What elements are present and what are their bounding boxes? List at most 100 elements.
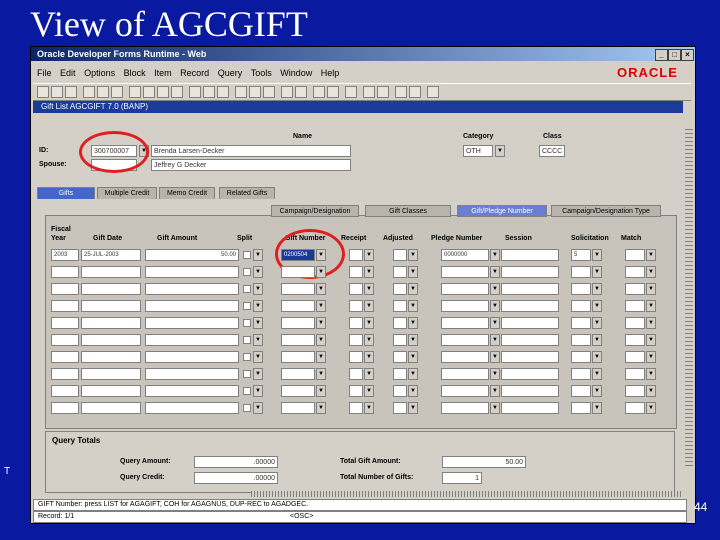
grid-cell-gift-number[interactable] [281, 402, 315, 414]
grid-dropdown-button[interactable]: ▼ [646, 402, 656, 414]
grid-cell-solicitation[interactable]: 5 [571, 249, 591, 261]
down-icon[interactable] [409, 86, 421, 98]
split-checkbox[interactable] [243, 302, 251, 310]
grid-dropdown-button[interactable]: ▼ [364, 385, 374, 397]
tab-multiple-credit[interactable]: Multiple Credit [97, 187, 157, 199]
grid-dropdown-button[interactable]: ▼ [408, 266, 418, 278]
grid-dropdown-button[interactable]: ▼ [592, 402, 602, 414]
grid-dropdown-button[interactable]: ▼ [364, 351, 374, 363]
grid-cell-gift-date[interactable] [81, 368, 141, 380]
split-checkbox[interactable] [243, 370, 251, 378]
grid-dropdown-button[interactable]: ▼ [490, 351, 500, 363]
subtab-campaign-designation[interactable]: Campaign/Designation [271, 205, 359, 217]
grid-cell-session[interactable] [501, 385, 559, 397]
grid-cell-fiscal-year[interactable] [51, 334, 79, 346]
previous-record-icon[interactable] [157, 86, 169, 98]
grid-dropdown-button[interactable]: ▼ [592, 385, 602, 397]
class-field[interactable]: CCCC [539, 145, 565, 157]
grid-dropdown-button[interactable]: ▼ [364, 368, 374, 380]
grid-cell-gift-amount[interactable] [145, 317, 239, 329]
grid-dropdown-button[interactable]: ▼ [592, 249, 602, 261]
grid-dropdown-button[interactable]: ▼ [316, 300, 326, 312]
grid-cell-pledge-number[interactable] [441, 334, 489, 346]
grid-cell-match[interactable] [625, 300, 645, 312]
grid-dropdown-button[interactable]: ▼ [316, 334, 326, 346]
grid-cell-gift-number[interactable] [281, 300, 315, 312]
grid-cell-session[interactable] [501, 334, 559, 346]
grid-cell-solicitation[interactable] [571, 402, 591, 414]
grid-cell-adjusted[interactable] [393, 402, 407, 414]
grid-dropdown-button[interactable]: ▼ [364, 317, 374, 329]
split-checkbox[interactable] [243, 404, 251, 412]
grid-cell-pledge-number[interactable] [441, 368, 489, 380]
grid-dropdown-button[interactable]: ▼ [490, 368, 500, 380]
grid-dropdown-button[interactable]: ▼ [408, 249, 418, 261]
grid-dropdown-button[interactable]: ▼ [592, 368, 602, 380]
grid-cell-gift-amount[interactable] [145, 368, 239, 380]
grid-dropdown-button[interactable]: ▼ [490, 385, 500, 397]
grid-cell-receipt[interactable] [349, 334, 363, 346]
grid-cell-gift-amount[interactable] [145, 283, 239, 295]
rollback-icon[interactable] [51, 86, 63, 98]
grid-dropdown-button[interactable]: ▼ [646, 351, 656, 363]
tab-related-gifts[interactable]: Related Gifts [219, 187, 275, 199]
subtab-gift-pledge-number[interactable]: Gift/Pledge Number [457, 205, 547, 217]
grid-cell-session[interactable] [501, 317, 559, 329]
grid-cell-gift-date[interactable] [81, 351, 141, 363]
grid-dropdown-button[interactable]: ▼ [646, 283, 656, 295]
menu-file[interactable]: File [37, 68, 52, 78]
grid-cell-receipt[interactable] [349, 402, 363, 414]
menu-item[interactable]: Item [154, 68, 172, 78]
split-dropdown-button[interactable]: ▼ [253, 317, 263, 329]
grid-dropdown-button[interactable]: ▼ [316, 368, 326, 380]
grid-cell-adjusted[interactable] [393, 266, 407, 278]
grid-cell-gift-number[interactable] [281, 317, 315, 329]
remove-record-icon[interactable] [203, 86, 215, 98]
grid-dropdown-button[interactable]: ▼ [592, 317, 602, 329]
split-checkbox[interactable] [243, 251, 251, 259]
grid-cell-receipt[interactable] [349, 266, 363, 278]
grid-dropdown-button[interactable]: ▼ [646, 249, 656, 261]
grid-cell-session[interactable] [501, 402, 559, 414]
vertical-scrollbar[interactable] [685, 129, 693, 469]
options-icon[interactable] [313, 86, 325, 98]
grid-cell-adjusted[interactable] [393, 368, 407, 380]
insert-record-icon[interactable] [189, 86, 201, 98]
split-dropdown-button[interactable]: ▼ [253, 334, 263, 346]
grid-cell-pledge-number[interactable] [441, 402, 489, 414]
split-dropdown-button[interactable]: ▼ [253, 300, 263, 312]
grid-cell-fiscal-year[interactable] [51, 385, 79, 397]
split-checkbox[interactable] [243, 336, 251, 344]
grid-cell-pledge-number[interactable] [441, 283, 489, 295]
grid-cell-gift-date[interactable] [81, 334, 141, 346]
grid-dropdown-button[interactable]: ▼ [408, 351, 418, 363]
grid-dropdown-button[interactable]: ▼ [592, 283, 602, 295]
grid-dropdown-button[interactable]: ▼ [408, 402, 418, 414]
list-icon[interactable] [295, 86, 307, 98]
grid-dropdown-button[interactable]: ▼ [316, 351, 326, 363]
grid-dropdown-button[interactable]: ▼ [408, 300, 418, 312]
grid-cell-pledge-number[interactable] [441, 385, 489, 397]
menu-help[interactable]: Help [321, 68, 340, 78]
subtab-campaign-designation-type[interactable]: Campaign/Designation Type [551, 205, 661, 217]
grid-cell-match[interactable] [625, 266, 645, 278]
close-button[interactable]: × [681, 49, 694, 61]
grid-cell-gift-date[interactable] [81, 300, 141, 312]
grid-cell-adjusted[interactable] [393, 249, 407, 261]
split-checkbox[interactable] [243, 387, 251, 395]
exit-icon[interactable] [427, 86, 439, 98]
paste-icon[interactable] [111, 86, 123, 98]
grid-dropdown-button[interactable]: ▼ [646, 300, 656, 312]
grid-dropdown-button[interactable]: ▼ [316, 402, 326, 414]
grid-cell-gift-date[interactable] [81, 266, 141, 278]
copy-icon[interactable] [97, 86, 109, 98]
grid-cell-receipt[interactable] [349, 368, 363, 380]
grid-cell-gift-date[interactable]: 25-JUL-2003 [81, 249, 141, 261]
grid-cell-adjusted[interactable] [393, 300, 407, 312]
split-dropdown-button[interactable]: ▼ [253, 351, 263, 363]
grid-cell-pledge-number[interactable]: 0000000 [441, 249, 489, 261]
grid-cell-match[interactable] [625, 334, 645, 346]
print-icon[interactable] [65, 86, 77, 98]
grid-cell-receipt[interactable] [349, 249, 363, 261]
grid-dropdown-button[interactable]: ▼ [490, 300, 500, 312]
